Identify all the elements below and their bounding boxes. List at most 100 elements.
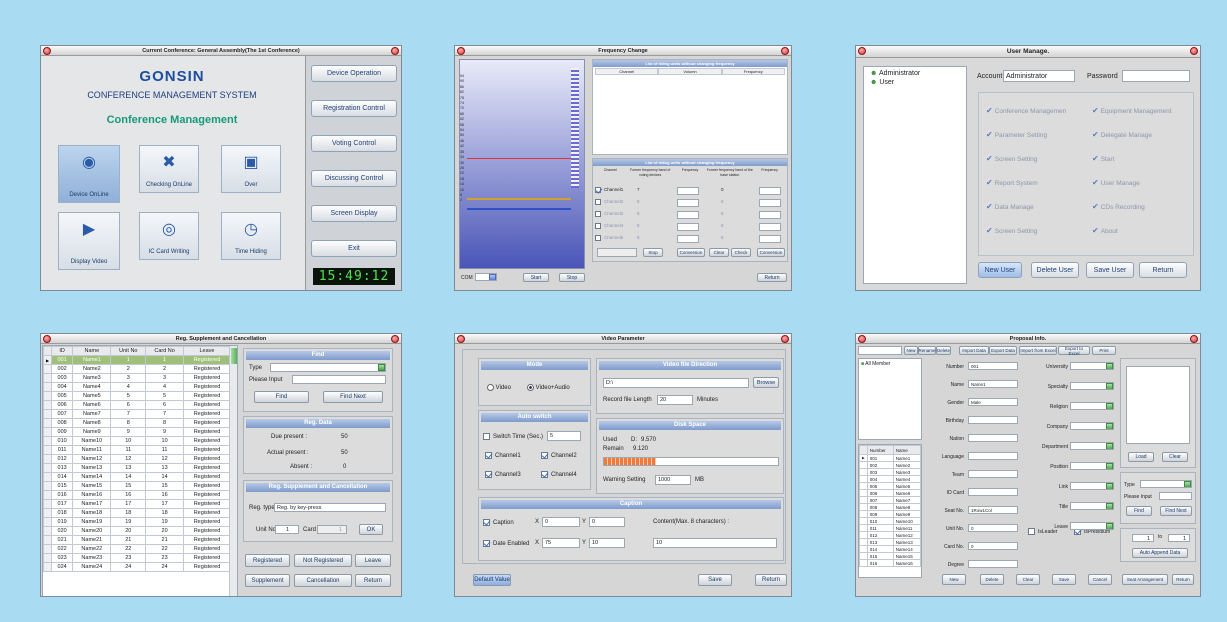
voting-control-button[interactable]: Voting Control xyxy=(311,135,397,152)
list-item[interactable]: 009 Name9 xyxy=(859,510,921,518)
discussing-control-button[interactable]: Discussing Control xyxy=(311,170,397,187)
date-x-stepper[interactable]: 75 xyxy=(542,538,580,548)
frequency-select[interactable] xyxy=(677,211,699,219)
list-item[interactable]: ▶ 001 Name1 xyxy=(859,454,921,462)
list-item[interactable]: 012 Name12 xyxy=(859,531,921,539)
list-item[interactable]: 016 Name16 xyxy=(859,559,921,567)
base-frequency-select[interactable] xyxy=(759,199,781,207)
save-button[interactable]: Save xyxy=(698,574,732,586)
account-input[interactable]: Administrator xyxy=(1003,70,1075,82)
field-gender[interactable]: Male xyxy=(968,398,1018,406)
com-select[interactable] xyxy=(475,273,497,281)
channel-4-checkbox[interactable]: Channel4 xyxy=(541,471,577,478)
registered-button[interactable]: Registered xyxy=(245,554,290,567)
cancel-button[interactable]: Cancel xyxy=(1088,574,1112,585)
frequency-select[interactable] xyxy=(677,199,699,207)
content-input[interactable]: 10 xyxy=(653,538,777,548)
window-menu-icon[interactable] xyxy=(43,335,51,343)
field-name[interactable]: Name1 xyxy=(968,380,1018,388)
field-position[interactable] xyxy=(1070,462,1114,470)
default-value-button[interactable]: Default Value xyxy=(473,574,511,586)
list-item[interactable]: 006 Name6 xyxy=(859,489,921,497)
table-row[interactable]: 005 Name5 5 5 Registered xyxy=(43,391,231,401)
field-team[interactable] xyxy=(968,470,1018,478)
check-button[interactable]: Check xyxy=(731,248,751,257)
table-row[interactable]: 021 Name21 21 21 Registered xyxy=(43,535,231,545)
perm-screen-setting[interactable]: ✔ Screen Setting xyxy=(986,226,1037,235)
table-scrollbar[interactable] xyxy=(229,346,237,596)
perm-user-manage[interactable]: ✔ User Manage xyxy=(1092,178,1140,187)
screen-display-button[interactable]: Screen Display xyxy=(311,205,397,222)
clear-photo-button[interactable]: Clear xyxy=(1162,452,1188,462)
rename-button[interactable]: Rename xyxy=(918,346,936,355)
type-select[interactable] xyxy=(270,363,386,372)
directory-input[interactable]: D:\ xyxy=(603,378,749,388)
list-item[interactable]: 011 Name11 xyxy=(859,524,921,532)
list-item[interactable]: 007 Name7 xyxy=(859,496,921,504)
field-title[interactable] xyxy=(1070,502,1114,510)
frequency-select[interactable] xyxy=(677,235,699,243)
export-data-button[interactable]: Export Data xyxy=(989,346,1017,355)
table-row[interactable]: 020 Name20 20 20 Registered xyxy=(43,526,231,536)
perm-screen-setting[interactable]: ✔ Screen Setting xyxy=(986,154,1037,163)
channel-row[interactable]: Channel3 8 8 xyxy=(595,211,785,221)
ic-card-writing-tile[interactable]: ic-card-writing-icon◎IC Card Writing xyxy=(139,212,199,260)
leave-button[interactable]: Leave xyxy=(355,554,391,567)
window-menu-icon[interactable] xyxy=(457,335,465,343)
field-university[interactable] xyxy=(1070,362,1114,370)
group-name-input[interactable] xyxy=(858,346,902,355)
exit-button[interactable]: Exit xyxy=(311,240,397,257)
return-button[interactable]: Return xyxy=(1172,574,1194,585)
field-birthday[interactable] xyxy=(968,416,1018,424)
field-leave[interactable] xyxy=(1070,522,1114,530)
field-company[interactable] xyxy=(1070,422,1114,430)
close-icon[interactable] xyxy=(391,335,399,343)
new-button[interactable]: New xyxy=(942,574,966,585)
field-specialty[interactable] xyxy=(1070,382,1114,390)
table-row[interactable]: 011 Name11 11 11 Registered xyxy=(43,445,231,455)
table-row[interactable]: 008 Name8 8 8 Registered xyxy=(43,418,231,428)
stop-button[interactable]: Stop xyxy=(559,273,585,282)
list-item[interactable]: 014 Name14 xyxy=(859,545,921,553)
close-icon[interactable] xyxy=(781,47,789,55)
range-end-stepper[interactable]: 1 xyxy=(1168,534,1190,542)
print-button[interactable]: Print xyxy=(1092,346,1116,355)
channel-row[interactable]: Channel1 7 0 xyxy=(595,187,785,197)
field-seat-no[interactable]: 1Row1Col xyxy=(968,506,1018,514)
warning-stepper[interactable]: 1000 xyxy=(655,475,691,485)
frequency-select[interactable] xyxy=(677,187,699,195)
col-id[interactable]: ID xyxy=(51,346,74,356)
device-online-tile[interactable]: device-online-icon◉Device OnLine xyxy=(58,145,120,203)
not-registered-button[interactable]: Not Registered xyxy=(294,554,352,567)
channel-3-checkbox[interactable]: Channel3 xyxy=(485,471,521,478)
table-row[interactable]: 019 Name19 19 19 Registered xyxy=(43,517,231,527)
channel-row[interactable]: Channel2 8 8 xyxy=(595,199,785,209)
find-next-button[interactable]: Find Next xyxy=(1160,506,1192,516)
table-row[interactable]: 022 Name22 22 22 Registered xyxy=(43,544,231,554)
field-language[interactable] xyxy=(968,452,1018,460)
col-leave[interactable]: Leave xyxy=(183,346,231,356)
list-item[interactable]: 005 Name5 xyxy=(859,482,921,490)
switch-time-checkbox[interactable]: Switch Time (Sec.) xyxy=(483,433,543,440)
close-icon[interactable] xyxy=(391,47,399,55)
base-frequency-select[interactable] xyxy=(759,187,781,195)
switch-time-stepper[interactable]: 5 xyxy=(547,431,581,441)
import-from-excel-button[interactable]: Import from Excel xyxy=(1019,346,1057,355)
col-card-no[interactable]: Card No xyxy=(145,346,185,356)
field-unit-no[interactable]: 0 xyxy=(968,524,1018,532)
clear-button[interactable]: Clear xyxy=(709,248,729,257)
tree-item-user[interactable]: ☻ User xyxy=(870,79,894,86)
import-data-button[interactable]: Import Data xyxy=(959,346,989,355)
base-frequency-select[interactable] xyxy=(759,235,781,243)
find-next-button[interactable]: Find Next xyxy=(323,391,383,403)
channel-2-checkbox[interactable]: Channel2 xyxy=(541,452,577,459)
list-item[interactable]: 003 Name3 xyxy=(859,468,921,476)
field-id-card[interactable] xyxy=(968,488,1018,496)
search-input[interactable] xyxy=(1159,492,1192,500)
field-department[interactable] xyxy=(1070,442,1114,450)
list-item[interactable]: 002 Name2 xyxy=(859,461,921,469)
card-stepper[interactable]: 1 xyxy=(317,525,347,534)
list-item[interactable]: 004 Name4 xyxy=(859,475,921,483)
range-start-stepper[interactable]: 1 xyxy=(1132,534,1154,542)
channel-row[interactable]: Channel5 8 8 xyxy=(595,235,785,245)
